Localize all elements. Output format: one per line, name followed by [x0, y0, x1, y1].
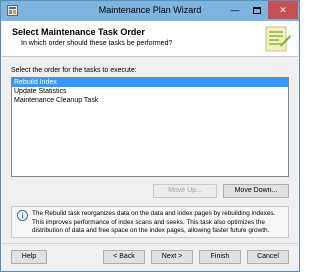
finish-button[interactable]: Finish — [199, 250, 241, 264]
page-title: Select Maintenance Task Order — [12, 27, 145, 37]
move-down-button[interactable]: Move Down... — [223, 184, 289, 198]
task-order-list[interactable]: Rebuild Index Update Statistics Maintenanc… — [11, 77, 289, 177]
maximize-icon[interactable] — [246, 1, 268, 19]
close-icon[interactable]: ✕ — [268, 1, 298, 19]
back-button[interactable]: < Back — [103, 250, 145, 264]
info-icon — [17, 210, 28, 221]
minimize-icon[interactable]: — — [224, 1, 246, 19]
list-item[interactable]: Update Statistics — [12, 87, 288, 96]
page-subtitle: In which order should these tasks be per… — [21, 40, 173, 47]
wizard-window: Maintenance Plan Wizard — ✕ Select Maint… — [0, 0, 300, 272]
task-description-panel: The Rebuild task reorganizes data on the… — [11, 206, 289, 238]
title-bar[interactable]: Maintenance Plan Wizard — ✕ — [1, 1, 299, 21]
move-up-button[interactable]: Move Up... — [153, 184, 217, 198]
task-description-text: The Rebuild task reorganizes data on the… — [32, 210, 276, 234]
footer-divider — [2, 243, 298, 244]
wizard-header: Select Maintenance Task Order In which o… — [2, 21, 298, 57]
list-item[interactable]: Rebuild Index — [12, 78, 288, 87]
help-button[interactable]: Help — [11, 250, 47, 264]
next-button[interactable]: Next > — [151, 250, 193, 264]
cancel-button[interactable]: Cancel — [247, 250, 289, 264]
task-order-label: Select the order for the tasks to execut… — [11, 67, 137, 74]
wizard-banner-icon — [265, 26, 291, 52]
list-item[interactable]: Maintenance Cleanup Task — [12, 96, 288, 105]
